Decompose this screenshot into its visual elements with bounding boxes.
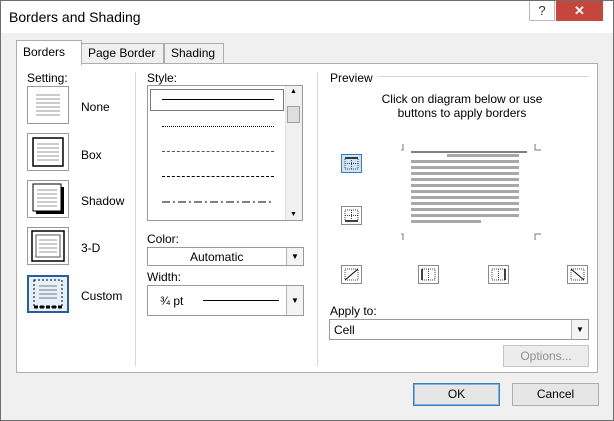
setting-3d-icon	[31, 230, 65, 262]
setting-custom-thumb[interactable]	[27, 275, 69, 313]
preview-diagram[interactable]	[401, 144, 541, 240]
diagonal-down-icon	[570, 268, 585, 281]
tab-borders-label: Borders	[23, 45, 66, 59]
style-list[interactable]: ▲ ▼	[147, 85, 303, 221]
setting-box-thumb[interactable]	[27, 133, 69, 171]
top-border-button[interactable]	[341, 154, 362, 173]
setting-shadow-thumb[interactable]	[27, 180, 69, 218]
setting-none-thumb[interactable]	[27, 86, 69, 124]
color-heading: Color:	[147, 232, 180, 246]
preview-rule	[377, 76, 589, 77]
options-button[interactable]: Options...	[503, 345, 589, 367]
style-option-dotted[interactable]	[162, 126, 274, 127]
style-option-dash-dot[interactable]	[162, 201, 274, 203]
window-title: Borders and Shading	[9, 9, 141, 25]
chevron-down-icon[interactable]: ▼	[286, 286, 303, 315]
bottom-border-button[interactable]	[341, 206, 362, 225]
style-selected-highlight	[150, 89, 284, 111]
column-divider-left	[135, 72, 136, 366]
preview-heading: Preview	[330, 71, 373, 85]
chevron-down-icon[interactable]: ▼	[286, 248, 303, 265]
right-border-icon	[491, 268, 506, 281]
tab-borders[interactable]: Borders	[16, 40, 82, 65]
apply-to-dropdown[interactable]: Cell ▼	[329, 319, 589, 340]
tab-shading[interactable]: Shading	[164, 43, 224, 63]
left-border-icon	[421, 268, 436, 281]
setting-shadow-icon	[32, 183, 64, 214]
close-button[interactable]: ✕	[556, 1, 603, 21]
style-option-small-dash[interactable]	[162, 151, 274, 152]
setting-3d-thumb[interactable]	[27, 227, 69, 265]
corner-mark-bl	[401, 233, 404, 240]
style-option-solid[interactable]	[162, 99, 274, 100]
setting-none-label[interactable]: None	[81, 100, 110, 114]
bottom-border-icon	[344, 209, 359, 222]
tab-shading-label: Shading	[171, 46, 216, 60]
ok-button[interactable]: OK	[413, 383, 500, 406]
cancel-button[interactable]: Cancel	[512, 383, 599, 406]
tab-page-border-label: Page Border	[88, 46, 156, 60]
style-option-dash[interactable]	[162, 176, 274, 177]
width-heading: Width:	[147, 270, 182, 284]
setting-custom-label[interactable]: Custom	[81, 289, 122, 303]
setting-custom-icon	[33, 279, 63, 309]
diagonal-down-border-button[interactable]	[341, 265, 362, 284]
setting-heading: Setting:	[27, 71, 68, 85]
left-border-button[interactable]	[418, 265, 439, 284]
preview-instruction-line2: buttons to apply borders	[397, 106, 527, 120]
top-border-icon	[344, 157, 359, 170]
chevron-down-icon[interactable]: ▼	[571, 320, 588, 339]
apply-to-heading: Apply to:	[330, 304, 377, 318]
color-value: Automatic	[190, 250, 244, 264]
diagonal-up-border-button[interactable]	[567, 265, 588, 284]
setting-shadow-label[interactable]: Shadow	[81, 194, 124, 208]
scroll-up-icon[interactable]: ▲	[290, 88, 297, 95]
setting-box-icon	[32, 137, 64, 167]
diagonal-up-icon	[344, 268, 359, 281]
scroll-down-icon[interactable]: ▼	[290, 211, 297, 218]
help-button[interactable]: ?	[529, 1, 555, 21]
style-scrollbar[interactable]: ▲ ▼	[285, 86, 302, 220]
corner-mark-tl	[401, 144, 404, 151]
style-heading: Style:	[147, 71, 178, 85]
setting-3d-label[interactable]: 3-D	[81, 241, 100, 255]
width-dropdown[interactable]: ¾ pt ▼	[147, 285, 304, 316]
scroll-thumb[interactable]	[287, 106, 300, 123]
apply-to-value: Cell	[334, 323, 355, 337]
borders-and-shading-dialog: Borders and Shading ? ✕ Borders Page Bor…	[0, 0, 614, 421]
preview-instruction-line1: Click on diagram below or use	[381, 92, 543, 106]
right-border-button[interactable]	[488, 265, 509, 284]
width-sample-line	[203, 300, 279, 301]
corner-mark-tr	[534, 144, 541, 151]
setting-box-label[interactable]: Box	[81, 148, 102, 162]
color-dropdown[interactable]: Automatic ▼	[147, 247, 304, 266]
title-bar: Borders and Shading ? ✕	[1, 1, 613, 33]
width-value: ¾ pt	[160, 294, 184, 308]
tab-page-border[interactable]: Page Border	[81, 43, 164, 63]
corner-mark-br	[534, 233, 541, 240]
column-divider-right	[317, 72, 318, 366]
setting-none-icon	[36, 94, 60, 116]
preview-instructions: Click on diagram below or use buttons to…	[337, 92, 587, 120]
preview-text-lines	[411, 154, 519, 223]
borders-panel: Setting: None Box Shadow 3-D Custom Styl…	[16, 63, 598, 373]
